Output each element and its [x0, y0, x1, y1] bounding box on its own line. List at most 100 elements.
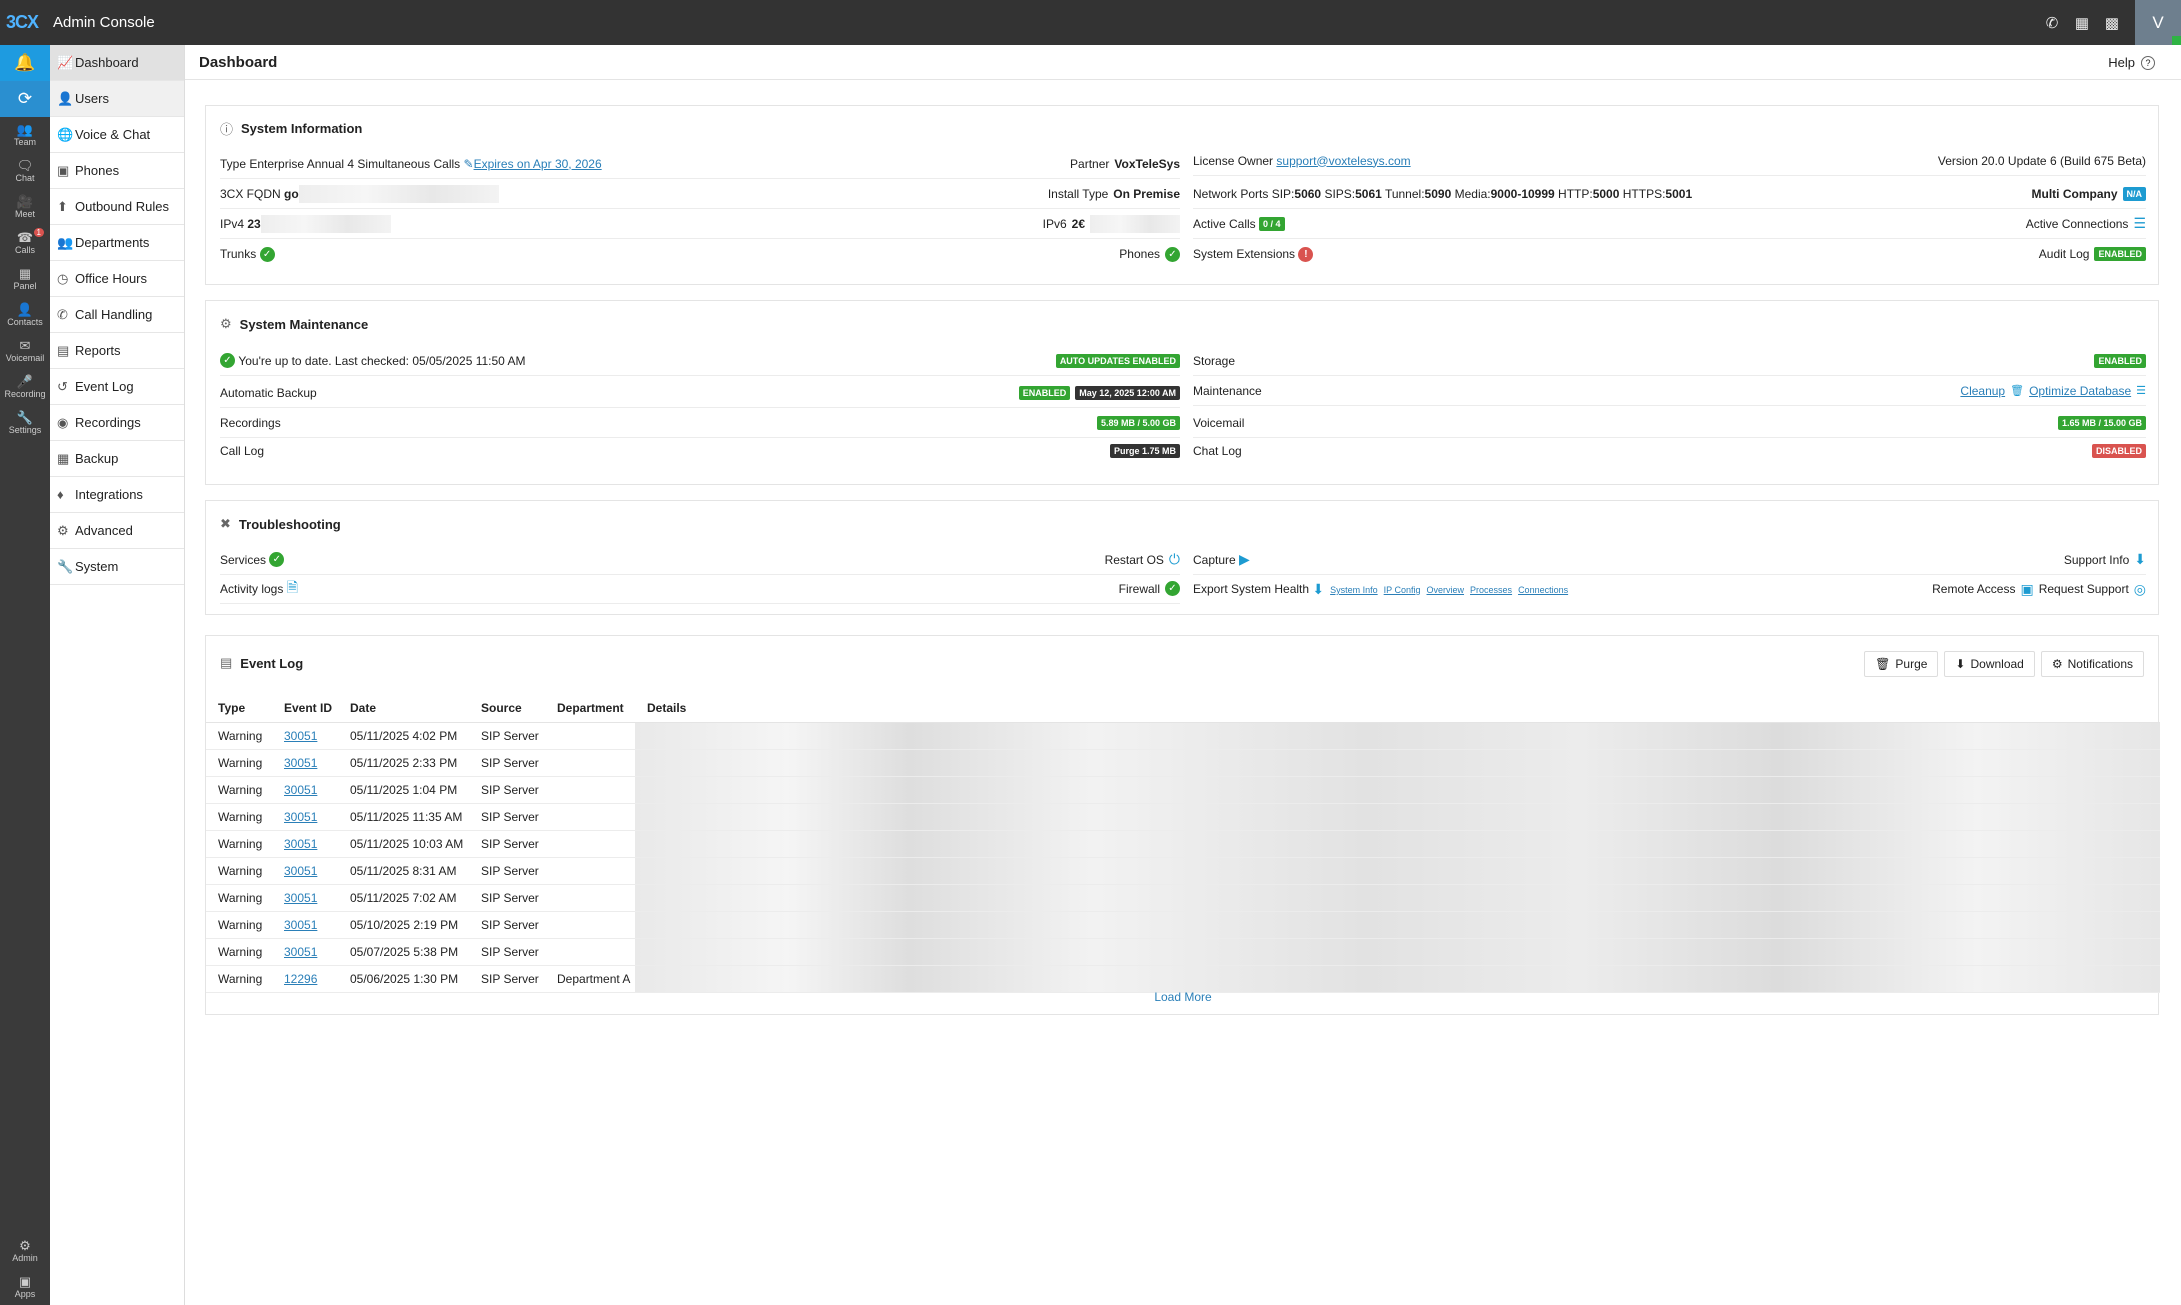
update-status: You're up to date. Last checked: 05/05/2…: [238, 353, 526, 368]
system-extensions-alert-icon[interactable]: !: [1298, 246, 1314, 262]
remote-access-icon[interactable]: ▣: [2020, 581, 2033, 598]
qr-code-icon[interactable]: ▦: [2067, 0, 2097, 45]
purge-button[interactable]: 🗑 Purge: [1864, 651, 1939, 677]
rail-item-voicemail[interactable]: ✉ Voicemail: [0, 333, 50, 369]
panel-title: System Maintenance: [239, 316, 369, 332]
table-row[interactable]: Warning 30051 05/11/2025 1:04 PM SIP Server: [206, 776, 2160, 804]
sidebar-item-system[interactable]: 🔧 System: [50, 549, 184, 585]
event-id-link[interactable]: 30051: [284, 756, 317, 770]
power-icon[interactable]: ⏻: [1169, 551, 1180, 568]
event-id-link[interactable]: 30051: [284, 918, 317, 932]
rail-item-calls[interactable]: ☎ Calls 1: [0, 225, 50, 261]
export-link-system-info[interactable]: System Info: [1330, 585, 1378, 595]
rail-item-panel[interactable]: ▦ Panel: [0, 261, 50, 297]
play-icon[interactable]: ▶: [1239, 551, 1250, 568]
column-header[interactable]: Source: [469, 694, 545, 723]
sidebar-item-outbound-rules[interactable]: ⬆ Outbound Rules: [50, 189, 184, 225]
chat-log-badge[interactable]: DISABLED: [2091, 444, 2146, 458]
export-link-ip-config[interactable]: IP Config: [1384, 585, 1421, 595]
sidebar-item-advanced[interactable]: ⚙ Advanced: [50, 513, 184, 549]
bell-icon[interactable]: 🔔: [0, 45, 50, 81]
table-row[interactable]: Warning 30051 05/11/2025 7:02 AM SIP Server: [206, 884, 2160, 912]
port-value: 5000: [1592, 186, 1620, 201]
sidebar-item-departments[interactable]: 👥 Departments: [50, 225, 184, 261]
column-header[interactable]: Event ID: [272, 694, 338, 723]
event-id-link[interactable]: 30051: [284, 729, 317, 743]
sidebar-item-integrations[interactable]: ♦ Integrations: [50, 477, 184, 513]
table-row[interactable]: Warning 30051 05/11/2025 11:35 AM SIP Serve…: [206, 803, 2160, 831]
table-row[interactable]: Warning 30051 05/07/2025 5:38 PM SIP Server: [206, 938, 2160, 966]
sidebar-item-backup[interactable]: ▦ Backup: [50, 441, 184, 477]
column-header[interactable]: Details: [635, 694, 2160, 723]
3cx-logo[interactable]: 3CX: [0, 12, 50, 33]
file-icon[interactable]: 🗎: [287, 577, 298, 601]
event-id-link[interactable]: 30051: [284, 837, 317, 851]
notifications-button[interactable]: ⚙ Notifications: [2040, 651, 2144, 677]
event-date: 05/11/2025 4:02 PM: [338, 722, 469, 750]
rail-item-admin[interactable]: ⚙ Admin: [0, 1233, 50, 1269]
export-link-overview[interactable]: Overview: [1427, 585, 1465, 595]
call-log-purge-badge[interactable]: Purge 1.75 MB: [1109, 444, 1180, 458]
column-header[interactable]: Date: [338, 694, 469, 723]
sidebar-item-reports[interactable]: ▤ Reports: [50, 333, 184, 369]
export-link-processes[interactable]: Processes: [1470, 585, 1512, 595]
avatar[interactable]: V: [2135, 0, 2181, 45]
event-id-link[interactable]: 30051: [284, 891, 317, 905]
sidebar-item-call-handling[interactable]: ✆ Call Handling: [50, 297, 184, 333]
table-row[interactable]: Warning 12296 05/06/2025 1:30 PM SIP Server…: [206, 965, 2160, 993]
event-id-link[interactable]: 30051: [284, 783, 317, 797]
event-id-link[interactable]: 30051: [284, 810, 317, 824]
event-department: [545, 722, 635, 750]
nav-icon: ▤: [57, 342, 70, 358]
auto-updates-badge[interactable]: AUTO UPDATES ENABLED: [1055, 353, 1180, 368]
download-icon[interactable]: ⬇: [1312, 581, 1324, 598]
sidebar-item-voice-chat[interactable]: 🌐 Voice & Chat: [50, 117, 184, 153]
table-row[interactable]: Warning 30051 05/10/2025 2:19 PM SIP Server: [206, 911, 2160, 939]
sidebar-item-office-hours[interactable]: ◷ Office Hours: [50, 261, 184, 297]
rail-item-chat[interactable]: 🗨 Chat: [0, 153, 50, 189]
rail-item-meet[interactable]: 🎥 Meet: [0, 189, 50, 225]
port-key: Tunnel:: [1384, 186, 1425, 201]
lifebuoy-icon[interactable]: ◎: [2134, 581, 2146, 598]
book-icon[interactable]: ▩: [2097, 0, 2127, 45]
event-id-link[interactable]: 30051: [284, 864, 317, 878]
expires-link[interactable]: Expires on Apr 30, 2026: [474, 157, 602, 171]
backup-badge[interactable]: ENABLED: [1018, 385, 1071, 400]
sidebar-item-event-log[interactable]: ↺ Event Log: [50, 369, 184, 405]
edit-icon[interactable]: ✎: [464, 157, 474, 171]
list-icon[interactable]: ☰: [2133, 215, 2146, 232]
app-rail: 🔔 ⟳ 👥 Team 🗨 Chat 🎥 Meet ☎ Calls 1 ▦ Panel 👤 Contact…: [0, 45, 50, 1305]
rail-item-contacts[interactable]: 👤 Contacts: [0, 297, 50, 333]
phone-icon[interactable]: ✆: [2037, 0, 2067, 45]
event-date: 05/10/2025 2:19 PM: [338, 911, 469, 939]
download-button[interactable]: ⬇ Download: [1944, 651, 2035, 677]
help-link[interactable]: Help ?: [2108, 55, 2155, 70]
column-header[interactable]: Type: [206, 694, 272, 723]
rail-item-recording[interactable]: 🎤 Recording: [0, 369, 50, 405]
event-id-link[interactable]: 30051: [284, 945, 317, 959]
cleanup-link[interactable]: Cleanup: [1960, 384, 2005, 398]
sidebar-item-recordings[interactable]: ◉ Recordings: [50, 405, 184, 441]
table-row[interactable]: Warning 30051 05/11/2025 4:02 PM SIP Server: [206, 722, 2160, 750]
event-department: [545, 884, 635, 912]
table-row[interactable]: Warning 30051 05/11/2025 2:33 PM SIP Server: [206, 749, 2160, 777]
sidebar-item-phones[interactable]: ▣ Phones: [50, 153, 184, 189]
rail-item-apps[interactable]: ▣ Apps: [0, 1269, 50, 1305]
sidebar-item-dashboard[interactable]: 📈 Dashboard: [50, 45, 184, 81]
rail-item-settings[interactable]: 🔧 Settings: [0, 405, 50, 441]
help-label: Help: [2108, 55, 2135, 70]
refresh-icon[interactable]: ⟳: [0, 81, 50, 117]
table-row[interactable]: Warning 30051 05/11/2025 8:31 AM SIP Server: [206, 857, 2160, 885]
license-owner-email[interactable]: support@voxtelesys.com: [1276, 154, 1410, 168]
event-id-link[interactable]: 12296: [284, 972, 317, 986]
optimize-database-link[interactable]: Optimize Database: [2029, 384, 2131, 398]
rail-item-label: Apps: [14, 1289, 36, 1299]
sidebar-item-users[interactable]: 👤 Users: [50, 81, 184, 117]
rail-item-team[interactable]: 👥 Team: [0, 117, 50, 153]
export-link-connections[interactable]: Connections: [1518, 585, 1568, 595]
column-header[interactable]: Department: [545, 694, 635, 723]
table-row[interactable]: Warning 30051 05/11/2025 10:03 AM SIP Serve…: [206, 830, 2160, 858]
download-file-icon[interactable]: ⬇: [2134, 551, 2146, 568]
storage-badge[interactable]: ENABLED: [2094, 353, 2146, 368]
load-more-link[interactable]: Load More: [206, 990, 2160, 1004]
